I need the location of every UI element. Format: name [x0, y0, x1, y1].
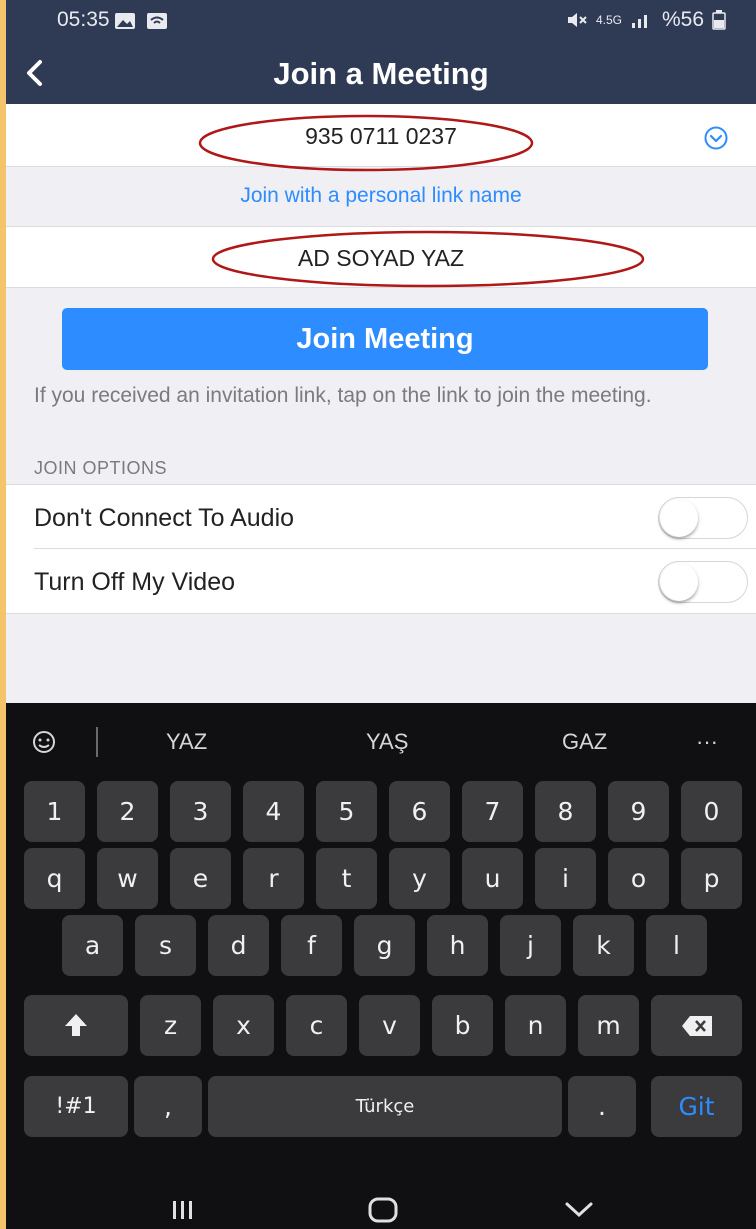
- option-row-video[interactable]: Turn Off My Video: [6, 549, 756, 613]
- key-0[interactable]: 0: [681, 781, 742, 842]
- option-row-audio[interactable]: Don't Connect To Audio: [6, 485, 756, 549]
- backspace-icon: [681, 1016, 712, 1036]
- key-z[interactable]: z: [140, 995, 201, 1056]
- key-s[interactable]: s: [135, 915, 196, 976]
- page-title: Join a Meeting: [273, 56, 489, 91]
- key-q[interactable]: q: [24, 848, 85, 909]
- battery-level: %56: [661, 8, 704, 31]
- toggle-knob: [660, 499, 698, 537]
- status-indicators: 4.5G %56: [566, 8, 726, 32]
- key-6[interactable]: 6: [389, 781, 450, 842]
- key-p[interactable]: p: [681, 848, 742, 909]
- chevron-down-circle-icon[interactable]: [704, 126, 728, 150]
- key-l[interactable]: l: [646, 915, 707, 976]
- wifi-call-icon: [147, 13, 167, 29]
- key-g[interactable]: g: [354, 915, 415, 976]
- home-icon[interactable]: [368, 1197, 398, 1223]
- backspace-key[interactable]: [651, 995, 742, 1056]
- key-w[interactable]: w: [97, 848, 158, 909]
- video-toggle[interactable]: [658, 561, 748, 603]
- key-2[interactable]: 2: [97, 781, 158, 842]
- key-d[interactable]: d: [208, 915, 269, 976]
- network-type: 4.5G: [595, 13, 622, 27]
- key-e[interactable]: e: [170, 848, 231, 909]
- name-input[interactable]: AD SOYAD YAZ: [6, 245, 756, 272]
- recent-apps-icon[interactable]: [171, 1199, 195, 1221]
- key-9[interactable]: 9: [608, 781, 669, 842]
- suggestion-2[interactable]: YAŞ: [366, 729, 408, 755]
- key-n[interactable]: n: [505, 995, 566, 1056]
- mute-icon: [567, 13, 587, 27]
- shift-key[interactable]: [24, 995, 128, 1056]
- key-b[interactable]: b: [432, 995, 493, 1056]
- key-m[interactable]: m: [578, 995, 639, 1056]
- title-bar: 05:35 4.5G %56 Join a Meeting: [6, 0, 756, 104]
- key-3[interactable]: 3: [170, 781, 231, 842]
- name-row[interactable]: AD SOYAD YAZ: [6, 226, 756, 288]
- comma-key[interactable]: ,: [134, 1076, 202, 1137]
- key-i[interactable]: i: [535, 848, 596, 909]
- key-8[interactable]: 8: [535, 781, 596, 842]
- invitation-help-text: If you received an invitation link, tap …: [34, 384, 652, 407]
- emoji-icon[interactable]: [30, 728, 58, 756]
- key-x[interactable]: x: [213, 995, 274, 1056]
- personal-link-name-link[interactable]: Join with a personal link name: [6, 184, 756, 208]
- go-key[interactable]: Git: [651, 1076, 742, 1137]
- gallery-icon: [115, 13, 135, 29]
- key-c[interactable]: c: [286, 995, 347, 1056]
- more-options-icon[interactable]: ···: [696, 729, 718, 755]
- shift-arrow-icon: [65, 1014, 87, 1036]
- suggestion-1[interactable]: YAZ: [166, 729, 207, 755]
- key-a[interactable]: a: [62, 915, 123, 976]
- key-y[interactable]: y: [389, 848, 450, 909]
- key-k[interactable]: k: [573, 915, 634, 976]
- option-label: Turn Off My Video: [34, 568, 236, 596]
- join-options-list: Don't Connect To Audio Turn Off My Video: [6, 484, 756, 614]
- symbols-key[interactable]: !#1: [24, 1076, 128, 1137]
- key-u[interactable]: u: [462, 848, 523, 909]
- back-nav-icon[interactable]: [564, 1201, 594, 1219]
- key-t[interactable]: t: [316, 848, 377, 909]
- join-options-header: JOIN OPTIONS: [34, 458, 168, 478]
- key-h[interactable]: h: [427, 915, 488, 976]
- status-time: 05:35: [57, 8, 110, 31]
- option-label: Don't Connect To Audio: [34, 504, 295, 532]
- system-nav-bar: [6, 1191, 756, 1229]
- phone-screen: 05:35 4.5G %56 Join a Meeting 935 0711 0…: [6, 0, 756, 1229]
- period-key[interactable]: .: [568, 1076, 636, 1137]
- key-4[interactable]: 4: [243, 781, 304, 842]
- space-key[interactable]: Türkçe: [208, 1076, 562, 1137]
- key-r[interactable]: r: [243, 848, 304, 909]
- divider: [96, 727, 98, 757]
- audio-toggle[interactable]: [658, 497, 748, 539]
- signal-icon: [631, 15, 647, 28]
- suggestion-bar: YAZ YAŞ GAZ ···: [6, 703, 756, 781]
- suggestion-3[interactable]: GAZ: [562, 729, 607, 755]
- meeting-id-row[interactable]: 935 0711 0237: [6, 104, 756, 167]
- battery-icon: [712, 10, 726, 30]
- join-meeting-button[interactable]: Join Meeting: [62, 308, 708, 370]
- key-1[interactable]: 1: [24, 781, 85, 842]
- key-5[interactable]: 5: [316, 781, 377, 842]
- key-j[interactable]: j: [500, 915, 561, 976]
- meeting-id-input[interactable]: 935 0711 0237: [6, 123, 756, 150]
- key-o[interactable]: o: [608, 848, 669, 909]
- soft-keyboard: YAZ YAŞ GAZ ··· 1 2 3 4 5 6 7 8 9 0 q w …: [6, 703, 756, 1229]
- toggle-knob: [660, 563, 698, 601]
- key-v[interactable]: v: [359, 995, 420, 1056]
- key-7[interactable]: 7: [462, 781, 523, 842]
- key-f[interactable]: f: [281, 915, 342, 976]
